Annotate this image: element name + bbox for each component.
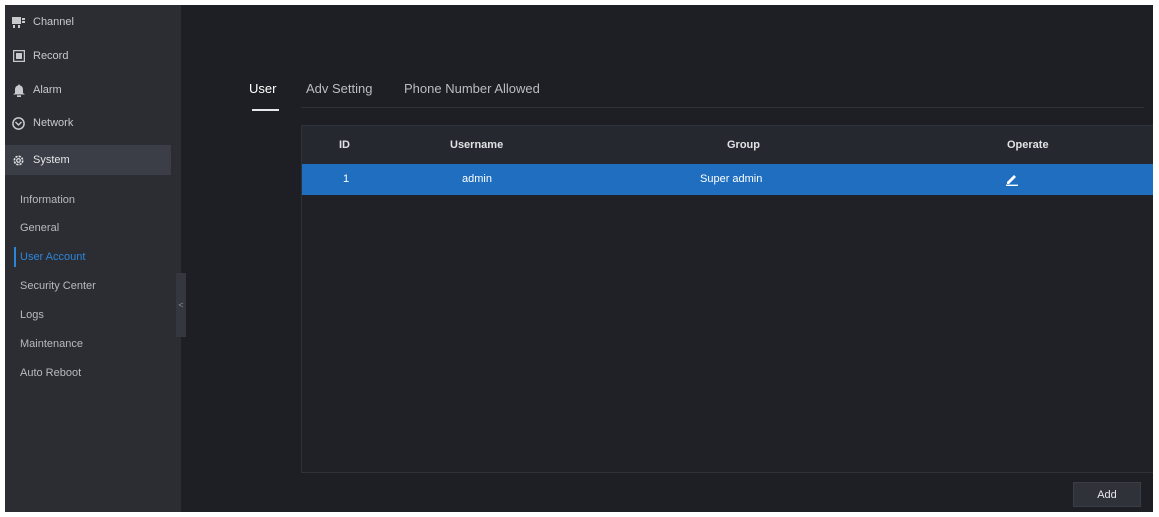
- tabs-divider: [301, 107, 1144, 108]
- sidebar-item-general[interactable]: General: [14, 218, 59, 238]
- sidebar-item-label: Logs: [20, 309, 44, 321]
- gear-icon: [12, 154, 25, 167]
- channel-icon: [12, 16, 25, 29]
- sidebar-item-label: Auto Reboot: [20, 367, 82, 379]
- sidebar-item-logs[interactable]: Logs: [14, 305, 44, 325]
- table-row[interactable]: 1 admin Super admin: [302, 164, 1153, 195]
- cell-username: admin: [462, 173, 492, 185]
- sidebar-item-security-center[interactable]: Security Center: [14, 276, 96, 296]
- edit-icon[interactable]: [1005, 172, 1019, 186]
- tab-phone-number-allowed[interactable]: Phone Number Allowed: [404, 81, 540, 96]
- sidebar-item-label: Security Center: [20, 280, 96, 292]
- app-window: Channel Record Alarm Network System Info…: [5, 5, 1153, 512]
- column-header-operate: Operate: [1007, 139, 1049, 151]
- nav-item-label: System: [33, 154, 70, 166]
- nav-item-network[interactable]: Network: [5, 111, 171, 135]
- sidebar-item-label: User Account: [20, 251, 86, 263]
- nav-item-alarm[interactable]: Alarm: [5, 78, 171, 102]
- column-header-id: ID: [339, 139, 350, 151]
- sidebar: Channel Record Alarm Network System Info…: [5, 5, 181, 512]
- nav-item-label: Record: [33, 50, 69, 62]
- cell-group: Super admin: [700, 173, 763, 185]
- user-table: ID Username Group Operate 1 admin Super …: [301, 125, 1153, 473]
- sidebar-item-auto-reboot[interactable]: Auto Reboot: [14, 363, 81, 383]
- nav-item-label: Network: [33, 117, 74, 129]
- sidebar-item-user-account[interactable]: User Account: [14, 247, 85, 267]
- nav-item-record[interactable]: Record: [5, 44, 171, 68]
- sidebar-item-label: Information: [20, 194, 76, 206]
- column-header-username: Username: [450, 139, 504, 151]
- alarm-icon: [12, 83, 25, 97]
- column-header-group: Group: [727, 139, 760, 151]
- sidebar-item-information[interactable]: Information: [14, 190, 75, 210]
- nav-item-channel[interactable]: Channel: [5, 10, 171, 34]
- sidebar-item-maintenance[interactable]: Maintenance: [14, 334, 83, 354]
- nav-item-label: Channel: [33, 16, 74, 28]
- add-user-button[interactable]: Add: [1073, 482, 1141, 507]
- nav-item-label: Alarm: [33, 84, 62, 96]
- sidebar-item-label: General: [20, 222, 60, 234]
- chevron-left-icon: <: [178, 300, 184, 310]
- tab-adv-setting[interactable]: Adv Setting: [306, 81, 373, 96]
- cell-id: 1: [343, 173, 350, 185]
- sidebar-item-label: Maintenance: [20, 338, 83, 350]
- sidebar-collapse-handle[interactable]: <: [176, 273, 186, 337]
- network-icon: [12, 116, 25, 130]
- record-icon: [12, 50, 25, 63]
- active-tab-indicator: [252, 109, 279, 111]
- tab-user[interactable]: User: [249, 81, 276, 96]
- table-header: ID Username Group Operate: [302, 126, 1153, 164]
- nav-item-system[interactable]: System: [5, 145, 171, 175]
